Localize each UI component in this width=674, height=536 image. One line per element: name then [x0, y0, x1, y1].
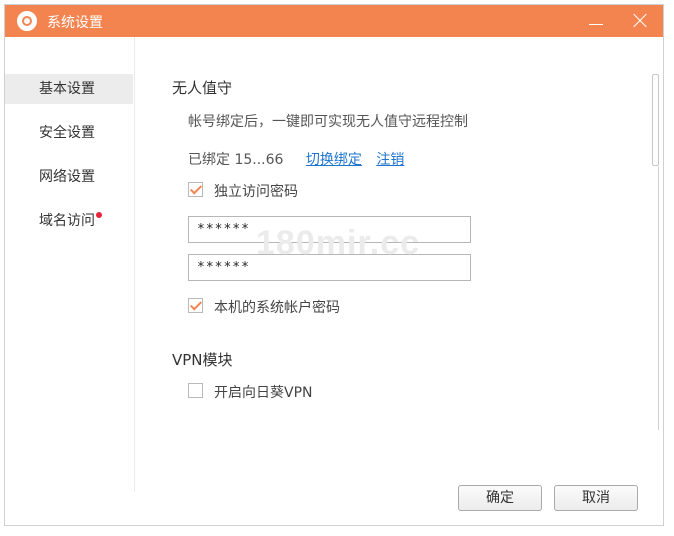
- system-password-label: 本机的系统帐户密码: [214, 300, 340, 316]
- app-logo-icon: [17, 11, 37, 31]
- binding-status-row: 已绑定 15...66 切换绑定 注销: [188, 149, 404, 169]
- sidebar-item-basic-settings[interactable]: 基本设置: [5, 74, 133, 104]
- unattended-section-title: 无人值守: [172, 79, 233, 97]
- logout-link[interactable]: 注销: [376, 152, 404, 168]
- scrollbar-line: [658, 166, 659, 430]
- bound-account-text: 已绑定 15...66: [188, 152, 284, 168]
- sidebar-item-label: 基本设置: [39, 81, 95, 97]
- close-button[interactable]: [627, 9, 653, 33]
- unattended-description: 帐号绑定后，一键即可实现无人值守远程控制: [188, 114, 468, 130]
- system-password-checkbox[interactable]: [188, 298, 203, 313]
- settings-window: 系统设置 基本设置 安全设置 网络设置 域名访问 无人值守 帐号绑定后，一键即可…: [4, 4, 664, 526]
- enable-vpn-label: 开启向日葵VPN: [214, 385, 313, 401]
- scrollbar-thumb[interactable]: [652, 74, 659, 166]
- ok-button[interactable]: 确定: [458, 485, 542, 511]
- watermark-text: 180mir.cc: [256, 224, 421, 262]
- sidebar-item-domain-access[interactable]: 域名访问: [5, 206, 133, 236]
- independent-password-checkbox[interactable]: [188, 182, 203, 197]
- minimize-button[interactable]: [583, 9, 609, 33]
- vpn-section-title: VPN模块: [172, 351, 233, 369]
- settings-content: 无人值守 帐号绑定后，一键即可实现无人值守远程控制 已绑定 15...66 切换…: [135, 37, 655, 492]
- sidebar-item-label: 网络设置: [39, 169, 95, 185]
- sidebar: 基本设置 安全设置 网络设置 域名访问: [5, 37, 135, 492]
- independent-password-label: 独立访问密码: [214, 184, 298, 200]
- sidebar-item-label: 域名访问: [39, 213, 95, 229]
- sidebar-item-network-settings[interactable]: 网络设置: [5, 162, 133, 192]
- notification-dot-icon: [96, 212, 102, 218]
- cancel-button[interactable]: 取消: [554, 485, 638, 511]
- title-bar: 系统设置: [5, 5, 663, 37]
- sidebar-item-security-settings[interactable]: 安全设置: [5, 118, 133, 148]
- switch-binding-link[interactable]: 切换绑定: [306, 152, 362, 168]
- sidebar-item-label: 安全设置: [39, 125, 95, 141]
- enable-vpn-checkbox[interactable]: [188, 383, 203, 398]
- window-title: 系统设置: [47, 15, 103, 31]
